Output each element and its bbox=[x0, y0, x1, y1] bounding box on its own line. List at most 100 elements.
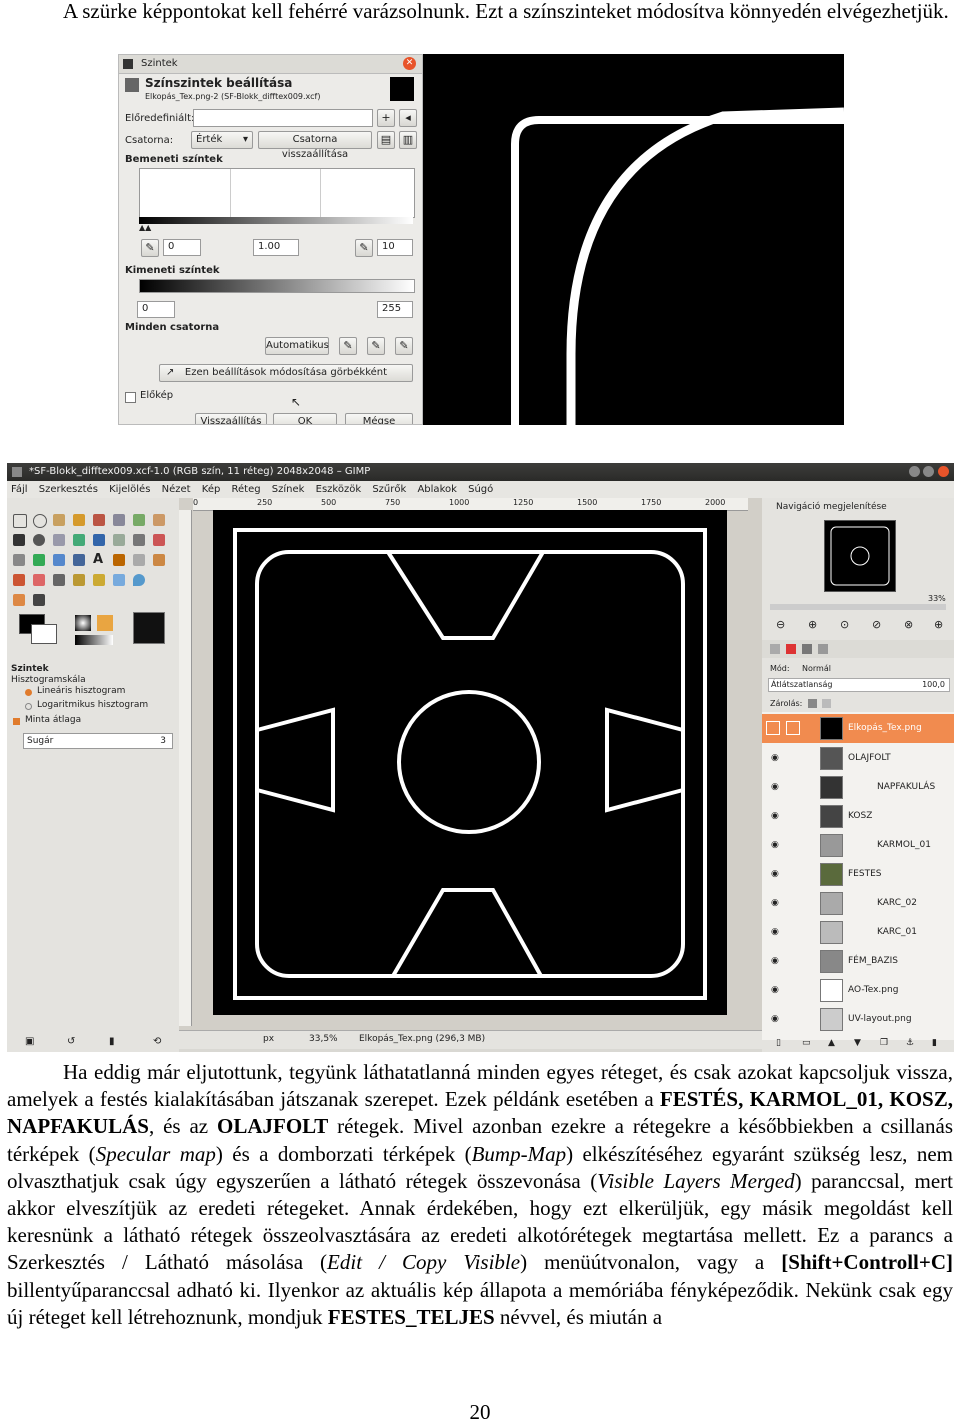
preview-checkbox[interactable] bbox=[125, 392, 136, 403]
menu-windows[interactable]: Ablakok bbox=[417, 484, 456, 495]
white-picker-icon[interactable]: ✎ bbox=[355, 239, 373, 257]
paths-tab-icon[interactable] bbox=[802, 644, 812, 654]
layer-row[interactable]: ◉ KARC_02 bbox=[762, 889, 954, 918]
perspective-icon[interactable] bbox=[33, 554, 45, 566]
zoom-1to1-icon[interactable]: ⊙ bbox=[840, 618, 849, 631]
smudge-icon[interactable] bbox=[13, 594, 25, 606]
layer-row[interactable]: ◉ KARMOL_01 bbox=[762, 831, 954, 860]
menu-select[interactable]: Kijelölés bbox=[109, 484, 150, 495]
layer-row[interactable]: ◉ UV-layout.png bbox=[762, 1005, 954, 1034]
menu-view[interactable]: Nézet bbox=[162, 484, 191, 495]
pencil-icon[interactable] bbox=[153, 554, 165, 566]
log-radio[interactable] bbox=[25, 703, 32, 710]
align-icon[interactable] bbox=[93, 534, 105, 546]
eye-icon[interactable]: ◉ bbox=[771, 782, 779, 792]
reset-button[interactable]: Visszaállítás bbox=[195, 413, 267, 424]
menu-edit[interactable]: Szerkesztés bbox=[39, 484, 98, 495]
zoom-select[interactable]: 33,5% bbox=[309, 1034, 338, 1044]
reset-channel-button[interactable]: Csatorna visszaállítása bbox=[258, 131, 372, 160]
add-preset-icon[interactable]: + bbox=[377, 109, 395, 127]
cage-icon[interactable] bbox=[73, 554, 85, 566]
input-low-field[interactable]: 0 bbox=[163, 239, 201, 256]
maximize-icon[interactable] bbox=[923, 466, 934, 477]
close-window-icon[interactable] bbox=[938, 466, 949, 477]
eye-icon[interactable]: ◉ bbox=[771, 927, 779, 937]
brush-preview[interactable] bbox=[75, 615, 91, 631]
zoom-fit-icon[interactable]: ⊘ bbox=[872, 618, 881, 631]
paintbrush-icon[interactable] bbox=[13, 574, 25, 586]
edit-as-curves-button[interactable]: ↗ Ezen beállítások módosítása görbékként bbox=[159, 364, 413, 382]
layer-row[interactable]: ◉ KARC_01 bbox=[762, 918, 954, 947]
menu-filters[interactable]: Szűrők bbox=[372, 484, 406, 495]
nav-zoom-slider[interactable] bbox=[770, 604, 946, 610]
channels-tab-icon[interactable] bbox=[786, 644, 796, 654]
log-icon[interactable]: ▥ bbox=[399, 131, 417, 149]
blur-icon[interactable] bbox=[133, 574, 145, 586]
picker-gray-icon[interactable]: ✎ bbox=[367, 337, 385, 355]
menu-help[interactable]: Súgó bbox=[468, 484, 493, 495]
output-high-field[interactable]: 255 bbox=[377, 301, 413, 318]
zoom-fill-icon[interactable]: ⊗ bbox=[904, 618, 913, 631]
scissors-icon[interactable] bbox=[113, 514, 125, 526]
eye-icon[interactable]: ◉ bbox=[771, 898, 779, 908]
lock-alpha-icon[interactable] bbox=[822, 699, 831, 708]
output-low-field[interactable]: 0 bbox=[137, 301, 175, 318]
layers-tab-icon[interactable] bbox=[770, 644, 780, 654]
restore-icon[interactable]: ↺ bbox=[67, 1036, 75, 1047]
zoom-in-icon[interactable]: ⊕ bbox=[808, 618, 817, 631]
layer-row[interactable]: ◉ OLAJFOLT bbox=[762, 744, 954, 773]
input-high-field[interactable]: 10 bbox=[377, 239, 413, 256]
ellipse-select-icon[interactable] bbox=[33, 514, 47, 528]
rotate-icon[interactable] bbox=[133, 534, 145, 546]
color-picker-icon[interactable] bbox=[13, 534, 25, 546]
image-thumbnail[interactable] bbox=[133, 612, 165, 644]
input-gamma-field[interactable]: 1.00 bbox=[253, 239, 299, 256]
eye-icon[interactable]: ◉ bbox=[771, 811, 779, 821]
picker-black-icon[interactable]: ✎ bbox=[339, 337, 357, 355]
eye-icon[interactable] bbox=[766, 721, 780, 735]
radius-field[interactable]: Sugár 3 bbox=[23, 733, 173, 749]
rect-select-icon[interactable] bbox=[13, 514, 27, 528]
new-group-icon[interactable]: ▭ bbox=[802, 1038, 811, 1048]
close-icon[interactable]: ✕ bbox=[403, 57, 416, 70]
layer-row[interactable]: ◉ AO-Tex.png bbox=[762, 976, 954, 1005]
bucket-fill-icon[interactable] bbox=[113, 554, 125, 566]
ink-icon[interactable] bbox=[73, 574, 85, 586]
linear-radio[interactable] bbox=[25, 689, 32, 696]
eye-icon[interactable]: ◉ bbox=[771, 869, 779, 879]
navigation-preview[interactable] bbox=[824, 520, 896, 592]
menu-tools[interactable]: Eszközök bbox=[316, 484, 362, 495]
preset-menu-icon[interactable]: ◂ bbox=[399, 109, 417, 127]
shear-icon[interactable] bbox=[13, 554, 25, 566]
delete-icon[interactable]: ▮ bbox=[109, 1036, 115, 1047]
sample-average-checkbox[interactable] bbox=[13, 718, 20, 725]
lock-pixels-icon[interactable] bbox=[808, 699, 817, 708]
blend-icon[interactable] bbox=[133, 554, 145, 566]
duplicate-layer-icon[interactable]: ❐ bbox=[880, 1038, 888, 1048]
menu-colors[interactable]: Színek bbox=[272, 484, 305, 495]
channel-select[interactable]: Érték ▾ bbox=[191, 131, 253, 149]
layer-row[interactable]: ◉ KOSZ bbox=[762, 802, 954, 831]
zoom-icon[interactable] bbox=[33, 534, 45, 546]
background-color-swatch[interactable] bbox=[31, 624, 57, 644]
minimize-icon[interactable] bbox=[909, 466, 920, 477]
fuzzy-select-icon[interactable] bbox=[73, 514, 85, 526]
unit-select[interactable]: px bbox=[263, 1034, 274, 1044]
presets-combo[interactable] bbox=[193, 109, 373, 127]
dodge-burn-icon[interactable] bbox=[33, 594, 45, 606]
layer-row-active[interactable]: Elkopás_Tex.png bbox=[762, 714, 954, 743]
heal-icon[interactable] bbox=[113, 574, 125, 586]
ok-button[interactable]: OK bbox=[273, 413, 337, 424]
auto-button[interactable]: Automatikus bbox=[265, 337, 329, 355]
measure-icon[interactable] bbox=[53, 534, 65, 546]
foreground-select-icon[interactable] bbox=[133, 514, 145, 526]
eye-icon[interactable]: ◉ bbox=[771, 840, 779, 850]
shrink-wrap-icon[interactable]: ⊕ bbox=[934, 618, 943, 631]
color-select-icon[interactable] bbox=[93, 514, 105, 526]
eye-icon[interactable]: ◉ bbox=[771, 956, 779, 966]
eye-icon[interactable]: ◉ bbox=[771, 753, 779, 763]
save-icon[interactable]: ▣ bbox=[25, 1036, 34, 1047]
layer-row[interactable]: ◉ FÉM_BAZIS bbox=[762, 947, 954, 976]
paths-icon[interactable] bbox=[153, 514, 165, 526]
anchor-icon[interactable]: ⚓ bbox=[906, 1038, 914, 1048]
